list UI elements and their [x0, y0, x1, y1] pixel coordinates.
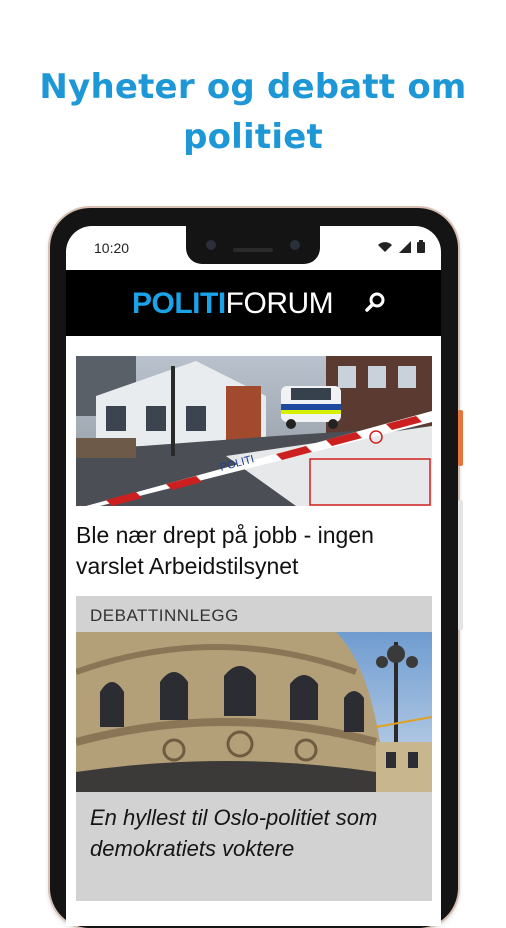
status-bar: 10:20 [66, 226, 441, 270]
phone-side-button [458, 410, 463, 466]
politiforum-logo[interactable]: POLITIFORUM [132, 287, 334, 321]
front-camera-icon [206, 240, 216, 250]
promo-headline: Nyheter og debatt om politiet [0, 62, 506, 162]
article-1-title[interactable]: Ble nær drept på jobb - ingen varslet Ar… [76, 520, 436, 582]
camera-notch [186, 226, 320, 264]
status-time: 10:20 [94, 240, 130, 256]
signal-icon [399, 240, 411, 253]
logo-light-part: FORUM [225, 287, 334, 320]
app-bar: POLITIFORUM [66, 270, 441, 336]
promo-headline-line2: politiet [183, 117, 323, 157]
article-1-image[interactable]: POLITI [76, 356, 432, 506]
phone-side-edge [458, 500, 463, 630]
status-icons [377, 240, 425, 253]
search-icon[interactable] [362, 290, 388, 316]
earpiece-speaker [233, 248, 273, 252]
article-2-title[interactable]: En hyllest til Oslo-politiet som demokra… [90, 802, 420, 864]
battery-icon [417, 240, 425, 253]
article-2-card[interactable]: DEBATTINNLEGG En hyllest til Oslo-politi… [76, 596, 432, 901]
sensor-icon [290, 240, 300, 250]
promo-headline-line1: Nyheter og debatt om [39, 67, 467, 107]
logo-bold-part: POLITI [132, 287, 226, 320]
phone-screen: 10:20 POLITIFORUM POLITI Ble nær drept p… [66, 226, 441, 926]
wifi-icon [378, 241, 392, 252]
category-label: DEBATTINNLEGG [90, 606, 239, 625]
article-2-image[interactable] [76, 632, 432, 792]
